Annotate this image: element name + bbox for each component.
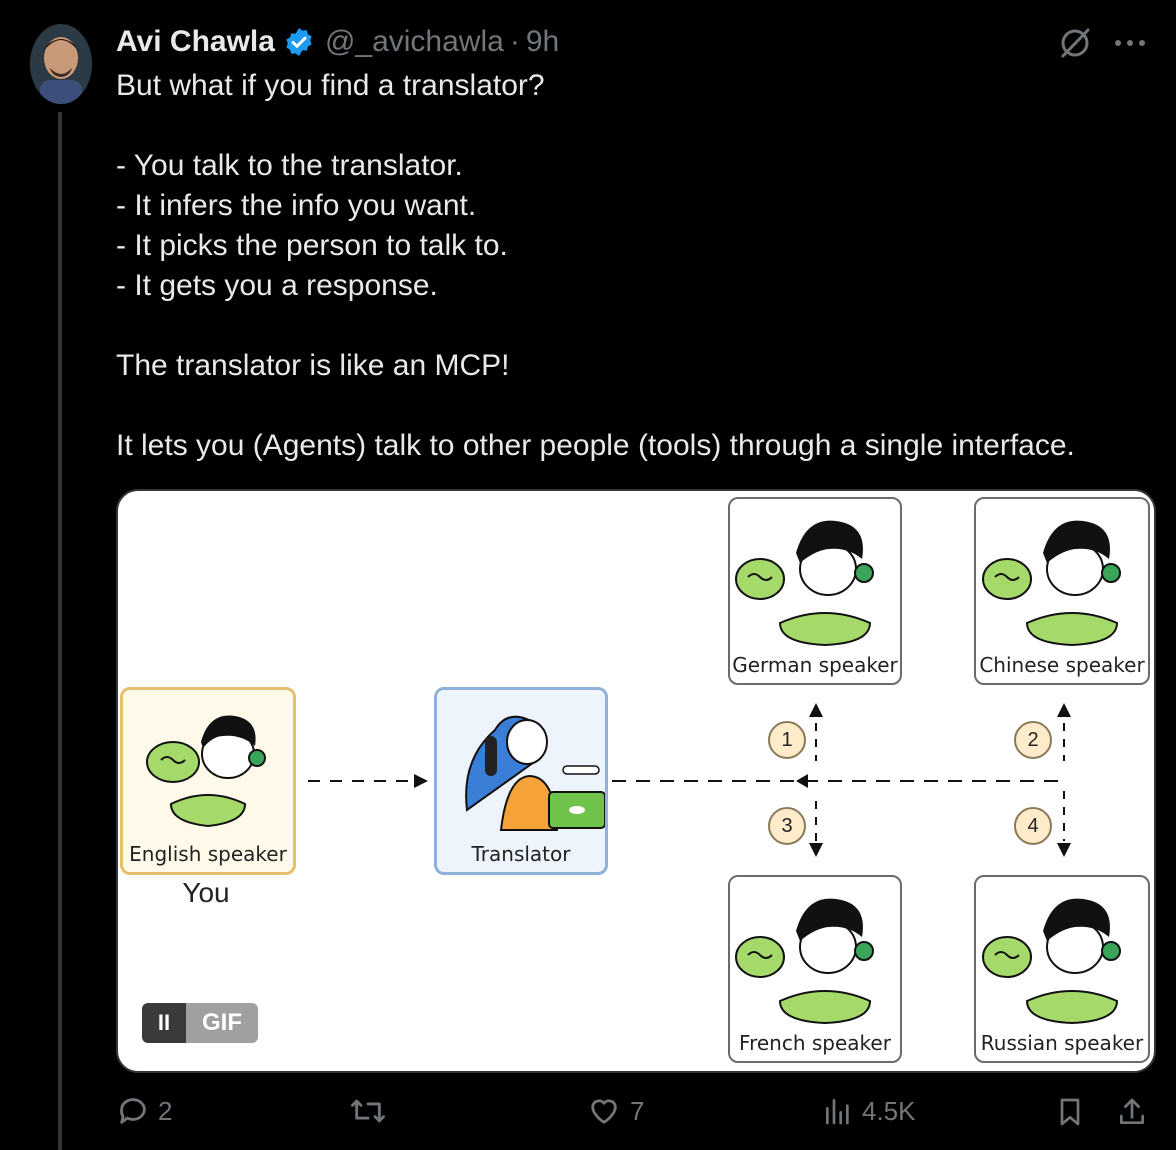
- russian-speaker-card: Russian speaker: [974, 875, 1150, 1063]
- reply-button[interactable]: 2: [116, 1094, 172, 1128]
- person-headset-icon: [146, 715, 266, 828]
- you-label: You: [182, 877, 230, 908]
- step-3-badge: 3: [768, 807, 806, 845]
- translator-label: Translator: [471, 842, 571, 866]
- author-name[interactable]: Avi Chawla: [116, 25, 275, 59]
- tweet-actions: 2 7 4.5K: [116, 1094, 1156, 1134]
- retweet-icon: [348, 1094, 388, 1128]
- thread-line: [58, 112, 62, 1150]
- person-headset-icon: [735, 898, 874, 1025]
- french-speaker-card: French speaker: [728, 875, 902, 1063]
- gif-control[interactable]: II GIF: [142, 1003, 258, 1043]
- top-actions: [1058, 26, 1146, 60]
- reply-icon: [116, 1094, 150, 1128]
- german-speaker-card: German speaker: [728, 497, 902, 685]
- like-button[interactable]: 7: [586, 1094, 644, 1128]
- like-count: 7: [630, 1095, 645, 1126]
- tweet-media-gif[interactable]: English speaker You Translator German sp…: [116, 489, 1156, 1073]
- bookmark-button[interactable]: [1054, 1094, 1086, 1130]
- tweet-header: Avi Chawla @_avichawla · 9h: [116, 24, 559, 60]
- french-speaker-label: French speaker: [739, 1031, 891, 1055]
- gif-badge: GIF: [186, 1003, 258, 1043]
- grok-icon[interactable]: [1058, 26, 1092, 60]
- step-1-badge: 1: [768, 721, 806, 759]
- more-icon[interactable]: [1114, 38, 1146, 48]
- verified-badge-icon: [283, 26, 315, 58]
- person-headset-icon: [982, 898, 1121, 1025]
- person-headset-icon: [735, 520, 874, 647]
- chinese-speaker-label: Chinese speaker: [979, 653, 1145, 677]
- avatar[interactable]: [30, 24, 92, 104]
- english-speaker-label: English speaker: [129, 842, 287, 866]
- translator-card: Translator: [434, 687, 608, 875]
- tweet-time[interactable]: 9h: [526, 25, 559, 59]
- step-2-badge: 2: [1014, 721, 1052, 759]
- heart-icon: [586, 1094, 622, 1128]
- tweet-text: But what if you find a translator? - You…: [116, 69, 1075, 462]
- retweet-button[interactable]: [348, 1094, 396, 1128]
- share-icon: [1116, 1094, 1148, 1130]
- person-headset-icon: [982, 520, 1121, 647]
- author-handle[interactable]: @_avichawla: [325, 25, 504, 59]
- step-4-badge: 4: [1014, 807, 1052, 845]
- english-speaker-card: English speaker: [120, 687, 296, 875]
- pause-icon[interactable]: II: [142, 1003, 186, 1043]
- translator-person-icon: [465, 715, 605, 831]
- avatar-image: [30, 24, 92, 104]
- russian-speaker-label: Russian speaker: [980, 1031, 1144, 1055]
- share-button[interactable]: [1116, 1094, 1148, 1130]
- views-button[interactable]: 4.5K: [822, 1094, 916, 1128]
- separator-dot: ·: [509, 25, 520, 58]
- views-count: 4.5K: [862, 1095, 916, 1126]
- german-speaker-label: German speaker: [732, 653, 898, 677]
- reply-count: 2: [158, 1095, 173, 1126]
- views-icon: [822, 1094, 854, 1128]
- chinese-speaker-card: Chinese speaker: [974, 497, 1150, 685]
- bookmark-icon: [1054, 1094, 1086, 1130]
